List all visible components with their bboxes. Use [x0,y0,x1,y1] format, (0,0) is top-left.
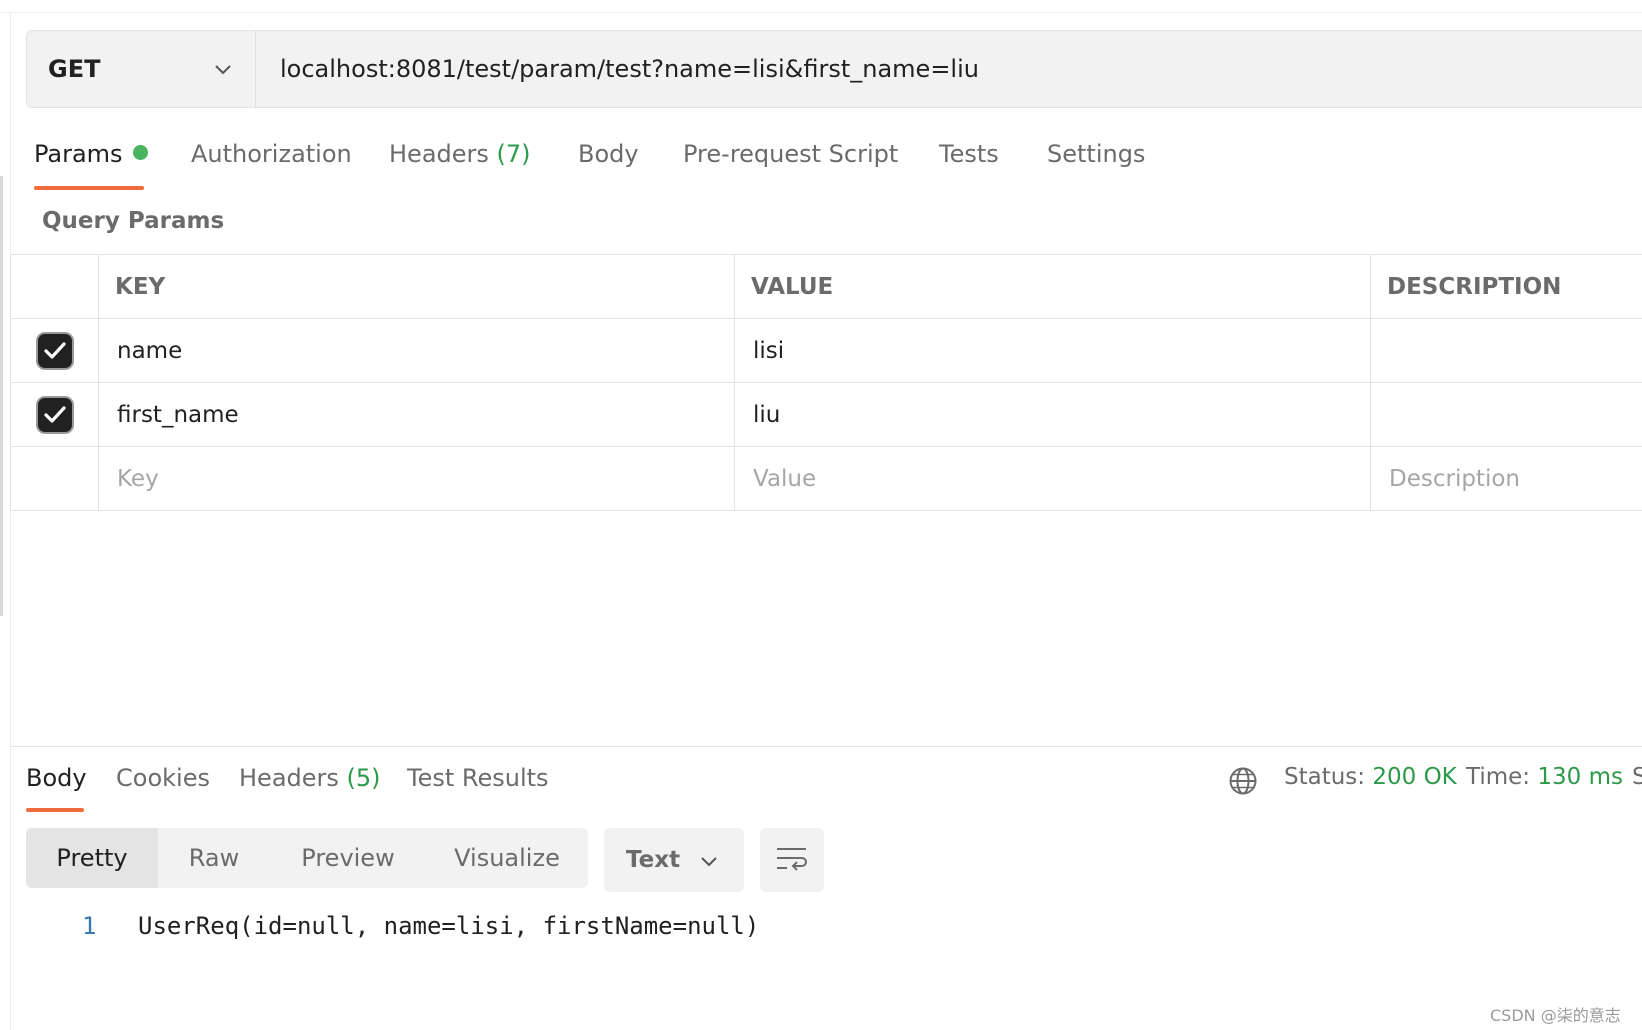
response-active-tab-indicator [26,808,84,812]
time-value: 130 ms [1537,764,1623,790]
response-body-code[interactable]: UserReq(id=null, name=lisi, firstName=nu… [138,912,759,940]
format-preview-button[interactable]: Preview [278,828,418,888]
tab-headers-label: Headers [389,140,489,168]
row-checkbox-cell [10,382,99,447]
new-key-input[interactable]: Key [98,446,735,511]
status-label: Status: [1284,764,1366,790]
response-pane-divider[interactable] [10,746,1642,747]
top-divider [0,0,1642,13]
value-column-header: VALUE [734,254,1371,319]
param-description-input[interactable] [1370,382,1642,447]
format-raw-button[interactable]: Raw [158,828,270,888]
checkbox-checked-icon[interactable] [37,333,72,368]
key-column-header: KEY [98,254,735,319]
active-tab-indicator [34,186,144,190]
response-size-label: S [1632,764,1642,790]
response-language-label: Text [626,847,681,873]
chevron-down-icon[interactable] [212,58,234,80]
tab-params-label: Params [34,140,123,168]
format-pretty-button[interactable]: Pretty [26,828,158,888]
globe-icon[interactable] [1228,766,1258,796]
table-row: name lisi [10,318,1642,383]
row-checkbox-cell [10,446,99,511]
url-input[interactable]: localhost:8081/test/param/test?name=lisi… [280,30,979,108]
tab-params[interactable]: Params [34,140,148,168]
response-status: Status: 200 OK [1284,764,1457,790]
param-description-input[interactable] [1370,318,1642,383]
checkbox-column-header [10,254,99,319]
tab-pre-request-script[interactable]: Pre-request Script [683,140,898,168]
description-column-header: DESCRIPTION [1370,254,1642,319]
wrap-lines-icon [777,848,807,871]
params-active-dot [132,145,148,160]
checkbox-checked-icon[interactable] [37,397,72,432]
param-key-input[interactable]: first_name [98,382,735,447]
left-panel-border [10,12,11,1030]
chevron-down-icon[interactable] [698,850,720,872]
tab-body[interactable]: Body [578,140,639,168]
time-label: Time: [1466,764,1531,790]
method-label: GET [48,55,101,83]
wrap-lines-button[interactable] [760,828,824,892]
row-checkbox-cell [10,318,99,383]
response-tab-headers[interactable]: Headers (5) [239,764,381,792]
new-description-input[interactable]: Description [1370,446,1642,511]
query-params-table: KEY VALUE DESCRIPTION name lisi first_na… [10,254,1642,511]
watermark: CSDN @柒的意志 [1490,1006,1621,1025]
query-params-title: Query Params [42,208,225,234]
response-tab-cookies[interactable]: Cookies [116,764,210,792]
tab-authorization[interactable]: Authorization [191,140,352,168]
response-language-select[interactable]: Text [604,828,744,892]
param-value-input[interactable]: liu [734,382,1371,447]
response-tab-headers-count: (5) [346,764,381,792]
tab-headers-count: (7) [496,140,531,168]
line-number: 1 [82,912,97,940]
sidebar-resize-handle[interactable] [0,176,3,616]
table-header-row: KEY VALUE DESCRIPTION [10,254,1642,319]
format-visualize-button[interactable]: Visualize [428,828,586,888]
tab-tests[interactable]: Tests [939,140,999,168]
table-row: first_name liu [10,382,1642,447]
tab-settings[interactable]: Settings [1047,140,1145,168]
response-time: Time: 130 ms [1466,764,1623,790]
status-value: 200 OK [1372,764,1457,790]
response-tab-test-results[interactable]: Test Results [407,764,549,792]
param-key-input[interactable]: name [98,318,735,383]
response-tab-body[interactable]: Body [26,764,87,792]
tab-headers[interactable]: Headers (7) [389,140,531,168]
response-tab-headers-label: Headers [239,764,339,792]
param-value-input[interactable]: lisi [734,318,1371,383]
new-value-input[interactable]: Value [734,446,1371,511]
table-row-new: Key Value Description [10,446,1642,511]
